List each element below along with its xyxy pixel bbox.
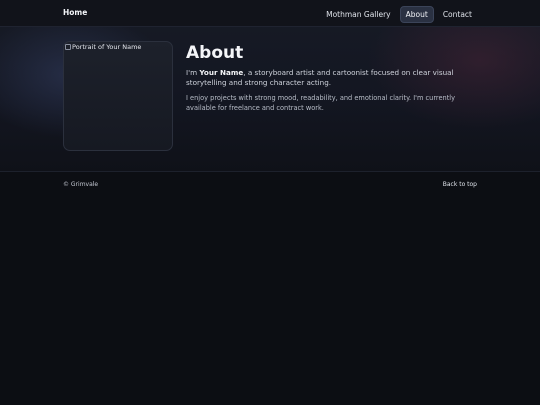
nav-item-mothman-gallery[interactable]: Mothman Gallery: [321, 7, 396, 22]
about-section: About I'm Your Name, a storyboard artist…: [186, 42, 476, 113]
portrait-image: Portrait of Your Name: [63, 41, 173, 151]
top-navigation-bar: Home Mothman Gallery About Contact: [0, 0, 540, 27]
availability-paragraph: I enjoy projects with strong mood, reada…: [186, 94, 456, 112]
page: Home Mothman Gallery About Contact Portr…: [0, 0, 540, 405]
back-to-top-link[interactable]: Back to top: [443, 181, 477, 188]
main-nav: Mothman Gallery About Contact: [317, 6, 477, 23]
broken-image-icon: [65, 44, 71, 50]
portrait-alt-label: Portrait of Your Name: [72, 43, 142, 51]
footer: © Grimvale Back to top: [0, 171, 540, 201]
intro-prefix: I'm: [186, 68, 200, 77]
intro-name: Your Name: [199, 68, 244, 77]
portrait-alt-text: Portrait of Your Name: [65, 43, 141, 51]
page-title: About: [186, 43, 244, 63]
intro-paragraph: I'm Your Name, a storyboard artist and c…: [186, 68, 476, 88]
nav-item-contact[interactable]: Contact: [438, 7, 477, 22]
home-link[interactable]: Home: [63, 8, 87, 17]
nav-item-about[interactable]: About: [399, 6, 434, 23]
copyright-text: © Grimvale: [63, 181, 99, 188]
